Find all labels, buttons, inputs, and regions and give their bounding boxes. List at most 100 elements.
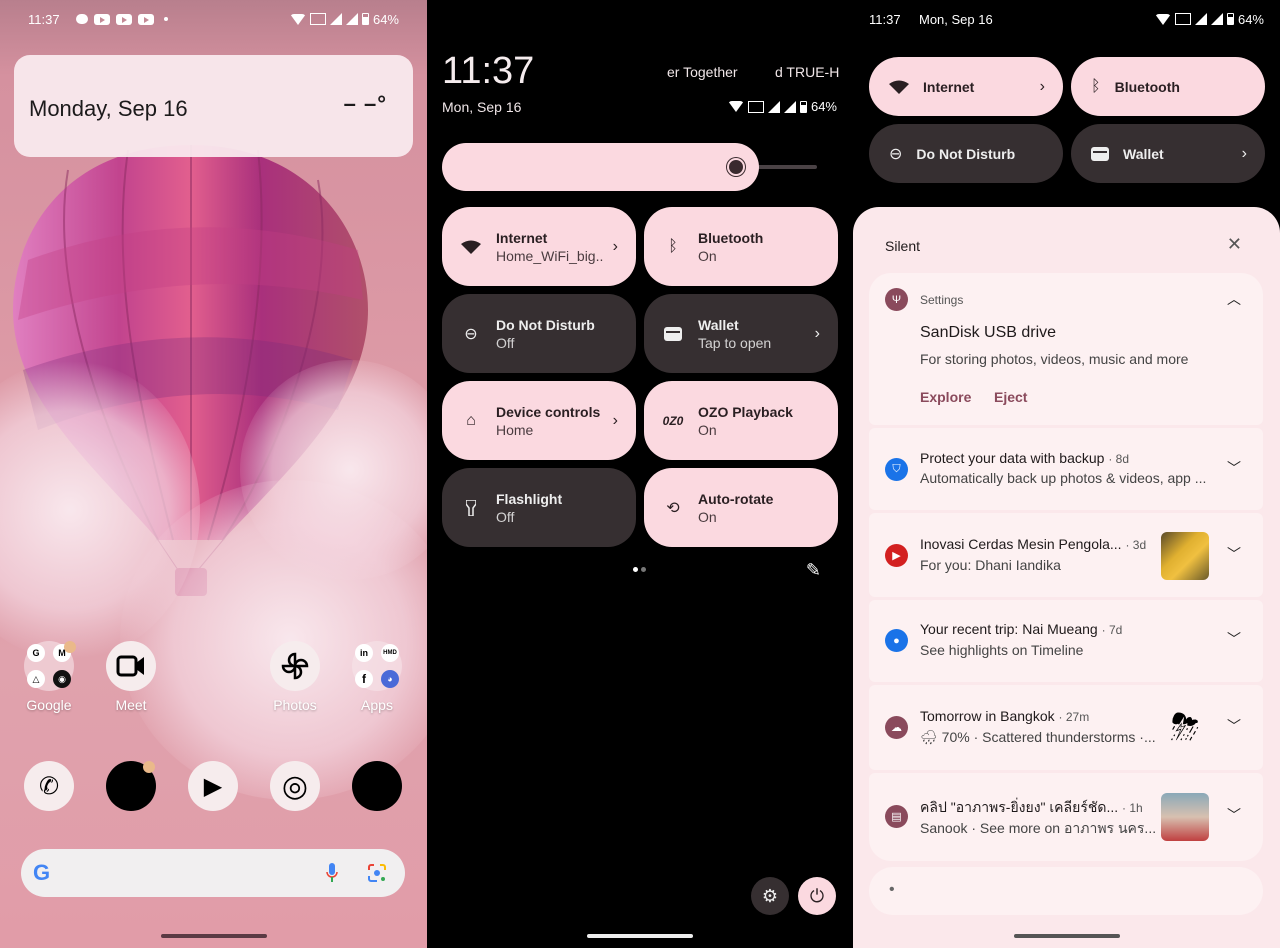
shield-icon: ⛉ — [885, 458, 908, 481]
section-title: Silent — [885, 238, 921, 254]
collapsed-dot: • — [889, 881, 895, 898]
folder-google[interactable]: G M △ ◉ Google — [19, 641, 79, 713]
thunderstorm-icon: ⛈ — [1170, 706, 1200, 747]
ozo-icon: 0Z0 — [662, 413, 684, 428]
notification-time: 7d — [1108, 623, 1123, 637]
clear-all-close-icon[interactable]: ✕ — [1227, 234, 1242, 255]
gesture-nav-handle[interactable] — [1013, 934, 1120, 938]
battery-icon — [361, 13, 369, 25]
google-lens-icon[interactable] — [367, 863, 387, 883]
compact-tile-internet[interactable]: Internet › — [869, 57, 1063, 116]
brightness-slider[interactable] — [442, 143, 759, 191]
settings-button[interactable]: ⚙ — [751, 877, 789, 915]
gesture-nav-handle[interactable] — [587, 934, 693, 938]
bluetooth-icon: ᛒ — [1091, 77, 1101, 95]
chevron-up-icon[interactable]: ︿ — [1227, 289, 1241, 309]
wallet-icon — [664, 326, 682, 341]
notification-weather[interactable]: ☁ Tomorrow in Bangkok · 27m 🌧 70% · Scat… — [869, 685, 1263, 770]
tile-title: Auto-rotate — [698, 490, 774, 507]
tile-subtitle: Home_WiFi_big.. — [496, 247, 604, 264]
video-camera-icon — [116, 655, 144, 677]
tile-auto-rotate[interactable]: ⟲ Auto-rotate On — [644, 468, 838, 547]
more-notifications-dot — [164, 17, 168, 21]
notification-body: Automatically back up photos & videos, a… — [920, 470, 1207, 486]
chevron-down-icon[interactable]: ﹀ — [1227, 629, 1241, 649]
notification-body: Sanook · See more on อาภาพร นคร... — [920, 820, 1157, 836]
status-bar: 11:37 64% — [0, 10, 427, 28]
dock-messages[interactable]: 💬 — [101, 761, 161, 811]
youtube-notification-icon — [138, 13, 154, 25]
tile-title: Bluetooth — [698, 229, 764, 246]
tile-do-not-disturb[interactable]: ⊖ Do Not Disturb Off — [442, 294, 636, 373]
google-search-bar[interactable]: G — [21, 849, 405, 897]
dnd-icon: ⊖ — [464, 325, 478, 343]
wifi-icon — [289, 13, 306, 25]
compact-tile-dnd[interactable]: ⊖ Do Not Disturb — [869, 124, 1063, 183]
widget-temperature[interactable]: – –° — [344, 91, 387, 117]
notification-backup[interactable]: ⛉ Protect your data with backup · 8d Aut… — [869, 428, 1263, 510]
dock-phone[interactable]: ✆ — [19, 761, 79, 811]
date-weather-widget[interactable]: Monday, Sep 16 – –° — [14, 55, 413, 157]
notification-usb[interactable]: Ψ Settings ︿ SanDisk USB drive For stori… — [869, 273, 1263, 425]
compact-tile-bluetooth[interactable]: ᛒ Bluetooth — [1071, 57, 1265, 116]
app-meet[interactable]: Meet — [101, 641, 161, 713]
tile-title: Do Not Disturb — [916, 145, 1016, 162]
dock-camera[interactable]: 📷 — [347, 761, 407, 811]
tile-flashlight[interactable]: Flashlight Off — [442, 468, 636, 547]
tile-device-controls[interactable]: ⌂ Device controls Home › — [442, 381, 636, 460]
location-pin-icon: ● — [885, 629, 908, 652]
collapsed-notification[interactable]: • — [869, 867, 1263, 915]
qs-clock[interactable]: 11:37 — [442, 50, 534, 93]
brightness-track[interactable] — [757, 165, 817, 169]
notification-youtube[interactable]: ▶ Inovasi Cerdas Mesin Pengola... · 3d F… — [869, 513, 1263, 597]
chevron-down-icon[interactable]: ﹀ — [1227, 544, 1241, 564]
tile-wallet[interactable]: Wallet Tap to open › — [644, 294, 838, 373]
chevron-down-icon[interactable]: ﹀ — [1227, 716, 1241, 736]
signal-icon — [345, 13, 358, 25]
notification-news[interactable]: ▤ คลิป "อาภาพร-ยิ่งยง" เคลียร์ชัด... · 1… — [869, 773, 1263, 861]
google-mini-icon: G — [27, 644, 45, 662]
widget-date[interactable]: Monday, Sep 16 — [29, 96, 188, 122]
notification-title: Protect your data with backup — [920, 450, 1105, 466]
eject-button[interactable]: Eject — [994, 389, 1027, 405]
qs-date[interactable]: Mon, Sep 16 — [442, 99, 521, 115]
gear-icon: ⚙ — [761, 885, 779, 906]
notification-time: 27m — [1065, 710, 1090, 724]
tile-title: OZO Playback — [698, 403, 793, 420]
wifi-icon — [727, 101, 744, 112]
explore-button[interactable]: Explore — [920, 389, 971, 405]
signal-icon — [783, 100, 796, 113]
volte-icon — [309, 13, 326, 25]
notification-timeline[interactable]: ● Your recent trip: Nai Mueang · 7d See … — [869, 600, 1263, 682]
status-time: 11:37 — [28, 11, 60, 27]
page-indicator — [633, 567, 646, 572]
tile-internet[interactable]: Internet Home_WiFi_big.. › — [442, 207, 636, 286]
microphone-icon[interactable] — [325, 862, 339, 884]
compact-tile-wallet[interactable]: Wallet › — [1071, 124, 1265, 183]
app-photos[interactable]: Photos — [265, 641, 325, 713]
signal-icon — [767, 100, 780, 113]
edit-pencil-icon[interactable]: ✎ — [806, 560, 821, 581]
chrome-icon: ◎ — [270, 761, 320, 811]
dock-play-store[interactable]: ▶ — [183, 761, 243, 811]
tile-subtitle: On — [698, 508, 717, 525]
wallet-icon — [1091, 146, 1109, 161]
quick-settings-panel: 11:37 Mon, Sep 16 er Together d TRUE-H 6… — [427, 0, 853, 948]
wifi-icon — [1154, 13, 1171, 25]
power-button[interactable]: ⏻ — [798, 877, 836, 915]
gesture-nav-handle[interactable] — [160, 934, 267, 938]
folder-apps[interactable]: in HMD f ◕ Apps — [347, 641, 407, 713]
volte-icon — [747, 100, 764, 113]
hmd-mini-icon: HMD — [381, 644, 399, 662]
signal-icon — [1194, 13, 1207, 25]
chevron-down-icon[interactable]: ﹀ — [1227, 458, 1241, 478]
dock-chrome[interactable]: ◎ — [265, 761, 325, 811]
tile-bluetooth[interactable]: ᛒ Bluetooth On — [644, 207, 838, 286]
usb-icon: Ψ — [885, 288, 908, 311]
chevron-right-icon: › — [1039, 77, 1045, 95]
notification-body: 🌧 70% · Scattered thunderstorms ·... — [920, 729, 1156, 745]
bluetooth-icon: ᛒ — [668, 237, 678, 255]
chevron-down-icon[interactable]: ﹀ — [1227, 805, 1241, 825]
tile-ozo-playback[interactable]: 0Z0 OZO Playback On — [644, 381, 838, 460]
chevron-right-icon: › — [814, 324, 820, 342]
